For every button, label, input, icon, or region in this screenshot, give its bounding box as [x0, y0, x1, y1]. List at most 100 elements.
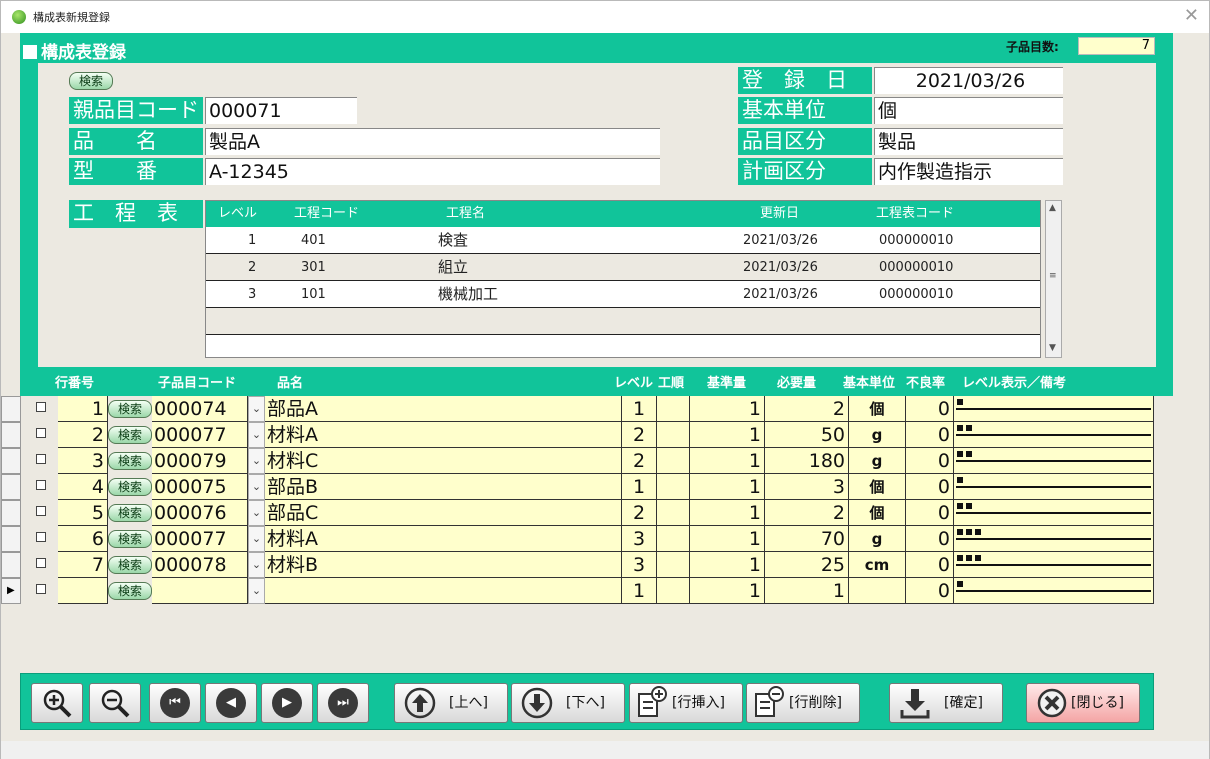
chevron-down-icon[interactable]: ⌄: [248, 396, 265, 422]
proc-order-cell[interactable]: [657, 578, 690, 604]
level-note-cell[interactable]: [954, 448, 1154, 474]
row-checkbox[interactable]: [36, 428, 46, 438]
req-qty-cell[interactable]: 50: [765, 422, 849, 448]
level-cell[interactable]: 1: [622, 396, 657, 422]
table-row[interactable]: 7 検索 000078 ⌄ 材料B 3 1 25 cm 0: [1, 552, 1154, 578]
close-window-icon[interactable]: ✕: [1184, 5, 1199, 26]
next-record-button[interactable]: ▶: [261, 683, 313, 723]
defect-rate-cell[interactable]: 0: [906, 448, 954, 474]
base-qty-cell[interactable]: 1: [690, 500, 765, 526]
child-code-cell[interactable]: [152, 578, 248, 604]
req-qty-cell[interactable]: 3: [765, 474, 849, 500]
level-cell[interactable]: 1: [622, 474, 657, 500]
defect-rate-cell[interactable]: 0: [906, 422, 954, 448]
row-checkbox[interactable]: [36, 480, 46, 490]
child-code-cell[interactable]: 000079: [152, 448, 248, 474]
req-qty-cell[interactable]: 2: [765, 500, 849, 526]
table-row-empty[interactable]: [206, 308, 1040, 335]
chevron-down-icon[interactable]: ⌄: [248, 552, 265, 578]
row-checkbox[interactable]: [36, 402, 46, 412]
chevron-down-icon[interactable]: ⌄: [248, 474, 265, 500]
model-field[interactable]: A-12345: [205, 158, 660, 185]
level-note-cell[interactable]: [954, 552, 1154, 578]
item-name-cell[interactable]: 材料A: [265, 422, 622, 448]
level-cell[interactable]: 1: [622, 578, 657, 604]
move-up-button[interactable]: [上へ]: [394, 683, 508, 723]
level-cell[interactable]: 2: [622, 448, 657, 474]
base-qty-cell[interactable]: 1: [690, 396, 765, 422]
base-qty-cell[interactable]: 1: [690, 448, 765, 474]
row-checkbox[interactable]: [36, 584, 46, 594]
level-cell[interactable]: 3: [622, 526, 657, 552]
row-checkbox[interactable]: [36, 454, 46, 464]
delete-row-button[interactable]: [行削除]: [746, 683, 860, 723]
chevron-down-icon[interactable]: ⌄: [248, 448, 265, 474]
table-row[interactable]: 4 検索 000075 ⌄ 部品B 1 1 3 個 0: [1, 474, 1154, 500]
child-code-cell[interactable]: 000077: [152, 526, 248, 552]
child-search-button[interactable]: 検索: [108, 452, 152, 470]
scroll-thumb-icon[interactable]: ≡: [1049, 271, 1057, 281]
name-field[interactable]: 製品A: [205, 128, 660, 155]
child-search-button[interactable]: 検索: [108, 426, 152, 444]
base-qty-cell[interactable]: 1: [690, 526, 765, 552]
proc-order-cell[interactable]: [657, 474, 690, 500]
child-search-button[interactable]: 検索: [108, 478, 152, 496]
proc-order-cell[interactable]: [657, 552, 690, 578]
prev-record-button[interactable]: ◀: [205, 683, 257, 723]
table-row[interactable]: 2 301 組立 2021/03/26 000000010: [206, 254, 1040, 281]
row-selector[interactable]: [1, 422, 21, 448]
chevron-down-icon[interactable]: ⌄: [248, 500, 265, 526]
proc-order-cell[interactable]: [657, 500, 690, 526]
close-button[interactable]: [閉じる]: [1026, 683, 1140, 723]
req-qty-cell[interactable]: 2: [765, 396, 849, 422]
scroll-down-icon[interactable]: ▼: [1049, 343, 1056, 353]
proc-order-cell[interactable]: [657, 422, 690, 448]
level-note-cell[interactable]: [954, 396, 1154, 422]
level-note-cell[interactable]: [954, 500, 1154, 526]
defect-rate-cell[interactable]: 0: [906, 396, 954, 422]
req-qty-cell[interactable]: 1: [765, 578, 849, 604]
child-code-cell[interactable]: 000078: [152, 552, 248, 578]
zoom-out-button[interactable]: [89, 683, 141, 723]
base-qty-cell[interactable]: 1: [690, 422, 765, 448]
proc-order-cell[interactable]: [657, 526, 690, 552]
row-selector[interactable]: [1, 396, 21, 422]
level-note-cell[interactable]: [954, 578, 1154, 604]
item-name-cell[interactable]: 部品B: [265, 474, 622, 500]
req-qty-cell[interactable]: 70: [765, 526, 849, 552]
defect-rate-cell[interactable]: 0: [906, 526, 954, 552]
table-row[interactable]: 1 401 検査 2021/03/26 000000010: [206, 227, 1040, 254]
proc-order-cell[interactable]: [657, 448, 690, 474]
item-name-cell[interactable]: 材料C: [265, 448, 622, 474]
zoom-in-button[interactable]: [31, 683, 83, 723]
child-search-button[interactable]: 検索: [108, 400, 152, 418]
level-cell[interactable]: 2: [622, 500, 657, 526]
reg-date-field[interactable]: 2021/03/26: [874, 67, 1063, 94]
base-qty-cell[interactable]: 1: [690, 578, 765, 604]
level-cell[interactable]: 2: [622, 422, 657, 448]
chevron-down-icon[interactable]: ⌄: [248, 526, 265, 552]
parent-code-field[interactable]: 000071: [205, 97, 357, 124]
child-code-cell[interactable]: 000076: [152, 500, 248, 526]
item-name-cell[interactable]: 材料A: [265, 526, 622, 552]
chevron-down-icon[interactable]: ⌄: [248, 422, 265, 448]
child-code-cell[interactable]: 000077: [152, 422, 248, 448]
proc-order-cell[interactable]: [657, 396, 690, 422]
base-qty-cell[interactable]: 1: [690, 474, 765, 500]
move-down-button[interactable]: [下へ]: [511, 683, 625, 723]
item-class-field[interactable]: 製品: [874, 128, 1063, 155]
child-code-cell[interactable]: 000074: [152, 396, 248, 422]
table-row[interactable]: 5 検索 000076 ⌄ 部品C 2 1 2 個 0: [1, 500, 1154, 526]
process-grid[interactable]: レベル 工程コード 工程名 更新日 工程表コード 1 401 検査 2021/0…: [205, 200, 1041, 358]
level-note-cell[interactable]: [954, 526, 1154, 552]
table-row[interactable]: 2 検索 000077 ⌄ 材料A 2 1 50 g 0: [1, 422, 1154, 448]
table-row[interactable]: 3 検索 000079 ⌄ 材料C 2 1 180 g 0: [1, 448, 1154, 474]
row-selector[interactable]: ▶: [1, 578, 21, 604]
defect-rate-cell[interactable]: 0: [906, 500, 954, 526]
row-selector[interactable]: [1, 526, 21, 552]
child-search-button[interactable]: 検索: [108, 556, 152, 574]
item-name-cell[interactable]: 部品A: [265, 396, 622, 422]
table-row[interactable]: ▶ 検索 ⌄ 1 1 1 0: [1, 578, 1154, 604]
confirm-button[interactable]: [確定]: [889, 683, 1003, 723]
item-name-cell[interactable]: [265, 578, 622, 604]
